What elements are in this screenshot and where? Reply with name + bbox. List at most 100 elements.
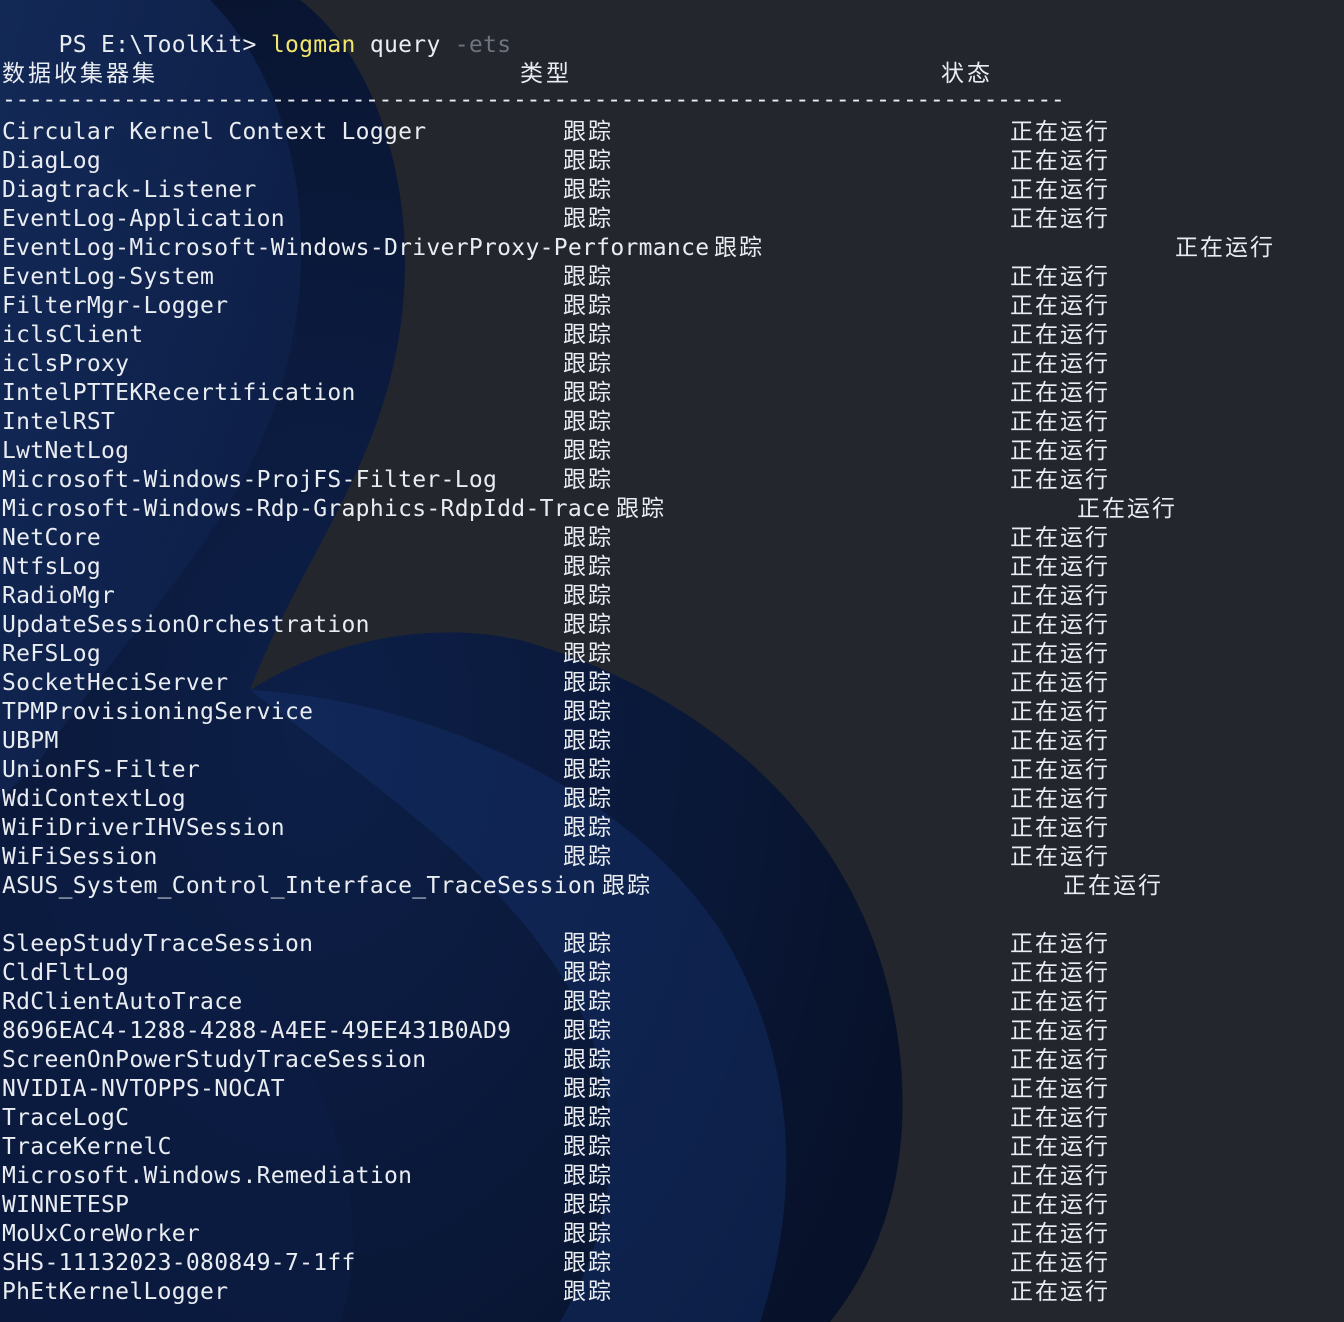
- row-type: 跟踪: [563, 264, 613, 290]
- row-type: 跟踪: [563, 815, 613, 841]
- row-status: 正在运行: [1010, 670, 1110, 696]
- row-type: 跟踪: [563, 1163, 613, 1189]
- row-status: 正在运行: [1010, 1163, 1110, 1189]
- row-status: 正在运行: [1010, 699, 1110, 725]
- row-name: Microsoft-Windows-ProjFS-Filter-Log: [2, 467, 498, 493]
- row-name: EventLog-Application: [2, 206, 285, 232]
- row-name: TraceLogC: [2, 1105, 130, 1131]
- row-name: 8696EAC4-1288-4288-A4EE-49EE431B0AD9: [2, 1018, 512, 1044]
- terminal-output: PS E:\ToolKit> logman query -ets 数据收集器集 …: [0, 0, 1344, 1322]
- row-type: 跟踪: [563, 1018, 613, 1044]
- row-status: 正在运行: [1010, 815, 1110, 841]
- row-type: 跟踪: [563, 380, 613, 406]
- header-type: 类型: [520, 61, 572, 87]
- row-type: 跟踪: [714, 235, 764, 261]
- command-parameter: -ets: [454, 32, 512, 58]
- row-name: Microsoft-Windows-Rdp-Graphics-RdpIdd-Tr…: [2, 496, 611, 522]
- header-name: 数据收集器集: [2, 61, 158, 87]
- row-type: 跟踪: [563, 699, 613, 725]
- row-status: 正在运行: [1010, 1076, 1110, 1102]
- row-status: 正在运行: [1010, 844, 1110, 870]
- row-status: 正在运行: [1010, 1221, 1110, 1247]
- row-name: MoUxCoreWorker: [2, 1221, 201, 1247]
- row-type: 跟踪: [563, 757, 613, 783]
- row-type: 跟踪: [563, 467, 613, 493]
- row-name: UBPM: [2, 728, 59, 754]
- header-status: 状态: [941, 61, 993, 87]
- row-status: 正在运行: [1010, 757, 1110, 783]
- row-name: NetCore: [2, 525, 102, 551]
- row-name: DiagLog: [2, 148, 102, 174]
- row-status: 正在运行: [1010, 322, 1110, 348]
- row-name: ScreenOnPowerStudyTraceSession: [2, 1047, 427, 1073]
- row-status: 正在运行: [1010, 583, 1110, 609]
- row-name: ReFSLog: [2, 641, 102, 667]
- row-status: 正在运行: [1010, 525, 1110, 551]
- row-name: RadioMgr: [2, 583, 116, 609]
- row-type: 跟踪: [563, 1192, 613, 1218]
- row-type: 跟踪: [563, 728, 613, 754]
- row-status: 正在运行: [1010, 554, 1110, 580]
- row-type: 跟踪: [563, 351, 613, 377]
- row-type: 跟踪: [563, 1250, 613, 1276]
- row-status: 正在运行: [1010, 1047, 1110, 1073]
- row-type: 跟踪: [563, 525, 613, 551]
- row-type: 跟踪: [563, 1221, 613, 1247]
- prompt: PS E:\ToolKit>: [58, 32, 271, 58]
- row-name: SocketHeciServer: [2, 670, 229, 696]
- row-status: 正在运行: [1010, 177, 1110, 203]
- row-name: UpdateSessionOrchestration: [2, 612, 370, 638]
- row-status: 正在运行: [1010, 380, 1110, 406]
- command: logman: [270, 32, 356, 58]
- row-name: iclsProxy: [2, 351, 130, 377]
- row-name: TraceKernelC: [2, 1134, 172, 1160]
- row-name: IntelPTTEKRecertification: [2, 380, 356, 406]
- row-type: 跟踪: [563, 1134, 613, 1160]
- row-type: 跟踪: [563, 844, 613, 870]
- command-argument: query: [369, 32, 441, 58]
- row-type: 跟踪: [563, 148, 613, 174]
- row-name: PhEtKernelLogger: [2, 1279, 229, 1305]
- prompt-line: PS E:\ToolKit> logman query -ets: [2, 2, 511, 58]
- row-status: 正在运行: [1010, 206, 1110, 232]
- row-status: 正在运行: [1063, 873, 1163, 899]
- row-type: 跟踪: [563, 1279, 613, 1305]
- row-status: 正在运行: [1010, 119, 1110, 145]
- row-status: 正在运行: [1010, 467, 1110, 493]
- row-type: 跟踪: [563, 612, 613, 638]
- row-status: 正在运行: [1010, 641, 1110, 667]
- row-type: 跟踪: [563, 409, 613, 435]
- row-type: 跟踪: [602, 873, 652, 899]
- row-name: NtfsLog: [2, 554, 102, 580]
- row-status: 正在运行: [1010, 1250, 1110, 1276]
- row-name: NVIDIA-NVTOPPS-NOCAT: [2, 1076, 285, 1102]
- row-type: 跟踪: [563, 583, 613, 609]
- row-type: 跟踪: [563, 960, 613, 986]
- row-name: Circular Kernel Context Logger: [2, 119, 427, 145]
- row-status: 正在运行: [1010, 931, 1110, 957]
- row-type: 跟踪: [563, 177, 613, 203]
- row-status: 正在运行: [1010, 786, 1110, 812]
- row-name: LwtNetLog: [2, 438, 130, 464]
- row-name: Diagtrack-Listener: [2, 177, 257, 203]
- row-name: IntelRST: [2, 409, 116, 435]
- row-type: 跟踪: [563, 293, 613, 319]
- row-name: FilterMgr-Logger: [2, 293, 229, 319]
- row-name: UnionFS-Filter: [2, 757, 201, 783]
- row-type: 跟踪: [563, 554, 613, 580]
- row-name: iclsClient: [2, 322, 144, 348]
- row-status: 正在运行: [1010, 351, 1110, 377]
- row-name: CldFltLog: [2, 960, 130, 986]
- row-status: 正在运行: [1010, 612, 1110, 638]
- row-name: WiFiDriverIHVSession: [2, 815, 285, 841]
- row-status: 正在运行: [1010, 1134, 1110, 1160]
- row-type: 跟踪: [616, 496, 666, 522]
- header-separator: ----------------------------------------…: [2, 87, 1065, 113]
- row-name: SleepStudyTraceSession: [2, 931, 314, 957]
- row-type: 跟踪: [563, 119, 613, 145]
- row-name: WdiContextLog: [2, 786, 186, 812]
- row-status: 正在运行: [1010, 264, 1110, 290]
- row-type: 跟踪: [563, 931, 613, 957]
- row-type: 跟踪: [563, 438, 613, 464]
- row-name: EventLog-System: [2, 264, 215, 290]
